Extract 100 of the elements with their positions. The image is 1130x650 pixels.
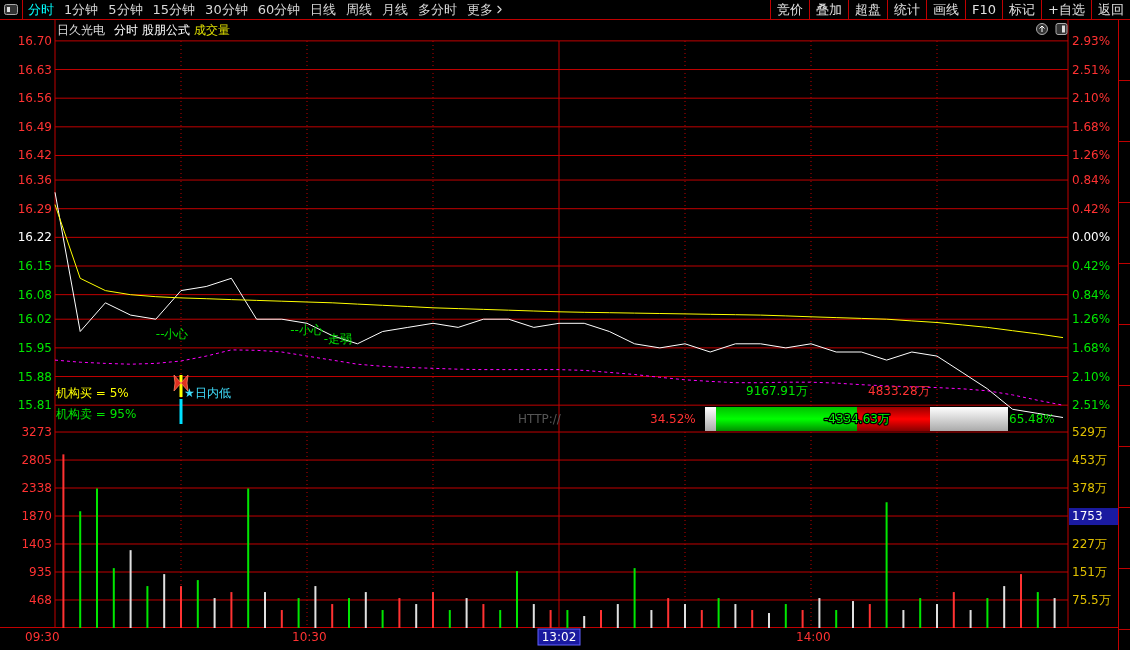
percent-label: 1.68% xyxy=(1072,340,1111,355)
period-tab[interactable]: 更多 xyxy=(462,0,512,19)
indicator-name: 成交量 xyxy=(194,23,230,37)
toolbar-button[interactable]: 统计 xyxy=(887,0,927,19)
volume-label: 3273 xyxy=(21,425,52,439)
volume-bar xyxy=(751,610,754,628)
period-tab[interactable]: 1分钟 xyxy=(59,0,104,19)
period-tab[interactable]: 60分钟 xyxy=(252,0,306,19)
volume-bar xyxy=(801,610,804,628)
price-label: 16.08 xyxy=(17,287,52,302)
volume-bar xyxy=(364,592,367,628)
price-label: 16.15 xyxy=(17,259,52,273)
volume-label: 1403 xyxy=(21,537,52,551)
stock-name: 日久光电 xyxy=(57,23,105,37)
period-tab[interactable]: 多分时 xyxy=(413,0,463,19)
price-label: 16.02 xyxy=(17,312,52,327)
low-marker: ★日内低 xyxy=(184,386,231,400)
volume-bar xyxy=(230,592,233,628)
volume-bar xyxy=(734,604,737,628)
chart-mode: 分时 xyxy=(114,23,138,37)
percent-label: 2.10% xyxy=(1072,369,1111,384)
volume-unit-label: 529万 xyxy=(1072,425,1107,439)
percent-label: 0.00% xyxy=(1072,230,1111,245)
flow-outflow: 4833.28万 xyxy=(868,384,930,398)
institution-sell: 机构卖 = 95% xyxy=(56,407,137,421)
percent-label: 2.10% xyxy=(1072,91,1111,106)
period-tab[interactable]: 日线 xyxy=(305,0,342,19)
flow-inflow: 9167.91万 xyxy=(746,384,808,398)
percent-label: 0.42% xyxy=(1072,201,1111,216)
time-label: 14:00 xyxy=(796,630,831,644)
volume-bar xyxy=(667,598,670,628)
time-label: 09:30 xyxy=(25,630,60,644)
outflow-ratio: 65.48% xyxy=(1009,412,1055,426)
percent-label: 0.84% xyxy=(1072,287,1111,302)
period-tab[interactable]: 周线 xyxy=(341,0,378,19)
volume-bar xyxy=(717,598,720,628)
period-tab[interactable]: 15分钟 xyxy=(147,0,201,19)
volume-label: 2805 xyxy=(21,453,52,468)
volume-bar xyxy=(331,604,334,628)
signal-bar-icon xyxy=(179,375,183,424)
price-label: 16.49 xyxy=(17,119,52,134)
volume-bar xyxy=(952,592,955,628)
toolbar-button[interactable]: 返回 xyxy=(1091,0,1130,19)
formula-name: 股朋公式 xyxy=(142,23,190,37)
crosshair-time: 13:02 xyxy=(537,628,581,646)
volume-bar xyxy=(902,610,905,628)
percent-label: 1.26% xyxy=(1072,148,1111,163)
toolbar-button[interactable]: 标记 xyxy=(1002,0,1042,19)
upload-icon[interactable] xyxy=(1036,23,1048,35)
signal-label: --小心 xyxy=(155,326,189,341)
volume-unit-label: 227万 xyxy=(1072,537,1107,551)
volume-bar xyxy=(146,586,149,628)
percent-label: 2.93% xyxy=(1072,33,1111,48)
volume-bar xyxy=(1036,592,1039,628)
period-tab[interactable]: 5分钟 xyxy=(103,0,148,19)
volume-bar xyxy=(482,604,485,628)
volume-bar xyxy=(919,598,922,628)
volume-bar xyxy=(616,604,619,628)
time-label: 10:30 xyxy=(292,630,327,644)
toolbar-button[interactable]: 画线 xyxy=(926,0,966,19)
volume-bar xyxy=(381,610,384,628)
volume-unit-label: 75.5万 xyxy=(1072,593,1111,607)
volume-bar xyxy=(465,598,468,628)
volume-bar xyxy=(499,610,502,628)
volume-label: 468 xyxy=(29,593,52,607)
volume-bar xyxy=(1003,586,1006,628)
percent-label: 2.51% xyxy=(1072,62,1111,77)
toolbar-button[interactable]: F10 xyxy=(965,0,1003,19)
volume-bar xyxy=(1053,598,1056,628)
toolbar-button[interactable]: +自选 xyxy=(1041,0,1091,19)
price-label: 16.36 xyxy=(17,173,52,188)
volume-bar xyxy=(415,604,418,628)
period-tab[interactable]: 30分钟 xyxy=(200,0,253,19)
volume-bar xyxy=(986,598,989,628)
volume-bar xyxy=(398,598,401,628)
volume-bar xyxy=(566,610,569,628)
volume-bar xyxy=(583,616,586,628)
volume-bar xyxy=(835,610,838,628)
percent-label: 1.26% xyxy=(1072,312,1111,327)
percent-label: 2.51% xyxy=(1072,398,1111,413)
price-label: 16.42 xyxy=(17,148,52,163)
volume-bar xyxy=(818,598,821,628)
toolbar-button[interactable]: 竞价 xyxy=(770,0,810,19)
price-label: 16.29 xyxy=(17,201,52,216)
period-tab[interactable]: 月线 xyxy=(377,0,414,19)
volume-bar xyxy=(213,598,216,628)
volume-bar xyxy=(280,610,283,628)
volume-bar xyxy=(163,574,166,628)
period-tab[interactable]: 分时 xyxy=(23,0,59,19)
volume-bar xyxy=(448,610,451,628)
toolbar-button[interactable]: 叠加 xyxy=(809,0,849,19)
percent-label: 0.84% xyxy=(1072,173,1111,188)
price-label: 15.88 xyxy=(17,369,52,384)
volume-bar xyxy=(969,610,972,628)
volume-bar xyxy=(700,610,703,628)
inflow-ratio: 34.52% xyxy=(650,412,696,426)
panel-toggle-icon[interactable] xyxy=(1055,23,1068,35)
volume-bar xyxy=(549,610,552,628)
toolbar-button[interactable]: 超盘 xyxy=(848,0,888,19)
volume-label: 1870 xyxy=(21,509,52,524)
